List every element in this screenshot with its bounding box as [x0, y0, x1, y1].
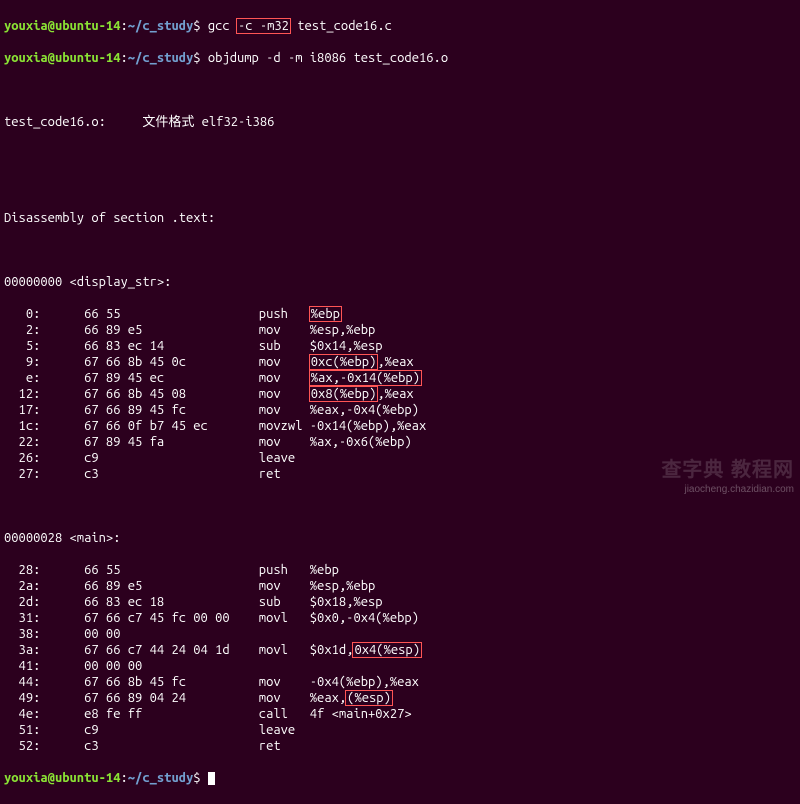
blank-line [4, 82, 796, 98]
disasm-row: 44: 67 66 8b 45 fc mov -0x4(%ebp),%eax [4, 674, 796, 690]
cmd-1-post: test_code16.c [290, 19, 392, 33]
disasm-row: 12: 67 66 8b 45 08 mov 0x8(%ebp),%eax [4, 386, 796, 402]
cmd-1-pre: gcc [208, 19, 237, 33]
disasm-row: e: 67 89 45 ec mov %ax,-0x14(%ebp) [4, 370, 796, 386]
disasm-row: 4e: e8 fe ff call 4f <main+0x27> [4, 706, 796, 722]
disasm-row: 49: 67 66 89 04 24 mov %eax,(%esp) [4, 690, 796, 706]
cmd-2: objdump -d -m i8086 test_code16.o [208, 51, 448, 65]
disasm-main: 28: 66 55 push %ebp 2a: 66 89 e5 mov %es… [4, 562, 796, 754]
operand-highlight: (%esp) [346, 691, 392, 705]
disasm-row: 1c: 67 66 0f b7 45 ec movzwl -0x14(%ebp)… [4, 418, 796, 434]
disasm-row: 52: c3 ret [4, 738, 796, 754]
disasm-row: 9: 67 66 8b 45 0c mov 0xc(%ebp),%eax [4, 354, 796, 370]
disasm-row: 41: 00 00 00 [4, 658, 796, 674]
disasm-row: 22: 67 89 45 fa mov %ax,-0x6(%ebp) [4, 434, 796, 450]
prompt-user: youxia@ubuntu-14 [4, 19, 120, 33]
blank-line [4, 242, 796, 258]
disasm-row: 38: 00 00 [4, 626, 796, 642]
prompt-line-3[interactable]: youxia@ubuntu-14:~/c_study$ [4, 770, 796, 786]
prompt-line-2: youxia@ubuntu-14:~/c_study$ objdump -d -… [4, 50, 796, 66]
prompt-line-1: youxia@ubuntu-14:~/c_study$ gcc -c -m32 … [4, 18, 796, 34]
terminal-output[interactable]: youxia@ubuntu-14:~/c_study$ gcc -c -m32 … [0, 0, 800, 804]
prompt-path: ~/c_study [128, 19, 194, 33]
operand-highlight: 0x4(%esp) [353, 643, 421, 657]
prompt-dollar: $ [193, 19, 200, 33]
disasm-row: 51: c9 leave [4, 722, 796, 738]
blank-line [4, 178, 796, 194]
disasm-row: 17: 67 66 89 45 fc mov %eax,-0x4(%ebp) [4, 402, 796, 418]
disasm-row: 0: 66 55 push %ebp [4, 306, 796, 322]
watermark-url: jiaocheng.chazidian.com [684, 482, 794, 498]
disasm-row: 5: 66 83 ec 14 sub $0x14,%esp [4, 338, 796, 354]
cmd-1-highlight: -c -m32 [237, 19, 290, 33]
cursor-icon [208, 772, 215, 785]
operand-highlight: %ax,-0x14(%ebp) [310, 371, 421, 385]
prompt-sep: : [120, 19, 127, 33]
watermark-text: 查字典 教程网 [661, 462, 794, 478]
disasm-row: 2: 66 89 e5 mov %esp,%ebp [4, 322, 796, 338]
disasm-row: 31: 67 66 c7 45 fc 00 00 movl $0x0,-0x4(… [4, 610, 796, 626]
disasm-row: 2a: 66 89 e5 mov %esp,%ebp [4, 578, 796, 594]
disasm-row: 2d: 66 83 ec 18 sub $0x18,%esp [4, 594, 796, 610]
disasm-row: 28: 66 55 push %ebp [4, 562, 796, 578]
operand-highlight: 0xc(%ebp) [310, 355, 378, 369]
operand-highlight: %ebp [310, 307, 341, 321]
disasm-display-str: 0: 66 55 push %ebp 2: 66 89 e5 mov %esp,… [4, 306, 796, 482]
symbol-display-str: 00000000 <display_str>: [4, 274, 796, 290]
section-header: Disassembly of section .text: [4, 210, 796, 226]
disasm-row: 3a: 67 66 c7 44 24 04 1d movl $0x1d,0x4(… [4, 642, 796, 658]
file-format-line: test_code16.o: 文件格式 elf32-i386 [4, 114, 796, 130]
operand-highlight: 0x8(%ebp) [310, 387, 378, 401]
symbol-main: 00000028 <main>: [4, 530, 796, 546]
blank-line [4, 498, 796, 514]
blank-line [4, 146, 796, 162]
